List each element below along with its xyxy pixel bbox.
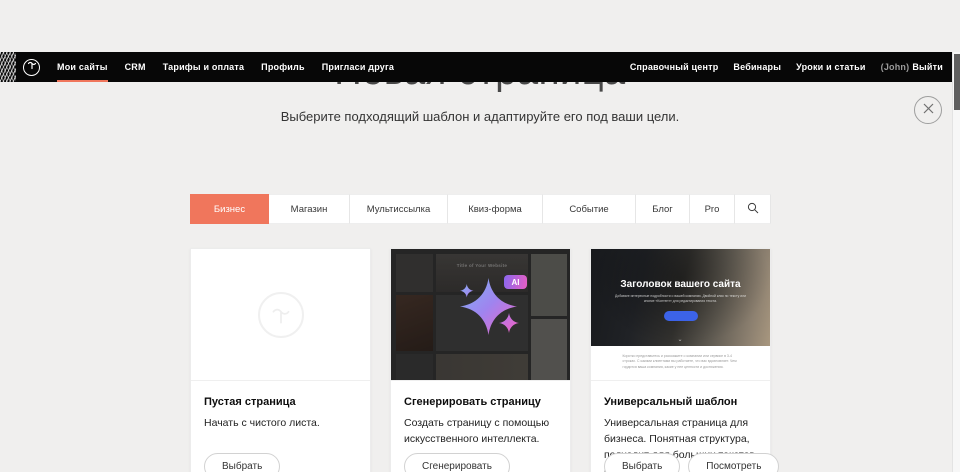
tilda-logo-icon — [26, 58, 38, 76]
card-title: Пустая страница — [204, 396, 357, 408]
main-nav: Мои сайты CRM Тарифы и оплата Профиль Пр… — [57, 52, 394, 82]
card-actions: Выбрать — [204, 453, 280, 472]
card-title: Сгенерировать страницу — [404, 396, 557, 408]
nav-profile[interactable]: Профиль — [261, 52, 305, 82]
template-cards-row: Пустая страница Начать с чистого листа. … — [190, 248, 771, 472]
scrollbar-thumb[interactable] — [954, 54, 960, 110]
card-actions: Выбрать Посмотреть — [604, 453, 779, 472]
card-description: Начать с чистого листа. — [204, 416, 357, 432]
tab-multilink[interactable]: Мультиссылка — [350, 194, 448, 224]
tab-search[interactable] — [735, 194, 771, 224]
nav-crm[interactable]: CRM — [125, 52, 146, 82]
user-name: (John) — [881, 62, 910, 72]
tab-pro[interactable]: Pro — [690, 194, 735, 224]
close-button[interactable] — [914, 96, 942, 124]
user-account: (John) Выйти — [881, 52, 943, 82]
ai-badge: AI — [504, 275, 527, 289]
page-subtitle: Выберите подходящий шаблон и адаптируйте… — [0, 109, 960, 124]
template-category-tabs: Бизнес Магазин Мультиссылка Квиз-форма С… — [190, 194, 771, 224]
logout-link[interactable]: Выйти — [912, 62, 943, 72]
select-blank-button[interactable]: Выбрать — [204, 453, 280, 472]
card-body: Пустая страница Начать с чистого листа. — [191, 381, 370, 432]
tab-business[interactable]: Бизнес — [190, 194, 269, 224]
card-blank-page: Пустая страница Начать с чистого листа. … — [190, 248, 371, 472]
card-ai-generate: Title of Your Website — [390, 248, 571, 472]
nav-invite-friend[interactable]: Пригласи друга — [322, 52, 394, 82]
template-hero: Заголовок вашего сайта Добавьте интересн… — [591, 249, 770, 346]
secondary-nav: Справочный центр Вебинары Уроки и статьи… — [630, 52, 943, 82]
scrollbar[interactable] — [952, 52, 960, 472]
chevron-down-icon: ⌄ — [678, 337, 684, 343]
tab-quiz-form[interactable]: Квиз-форма — [448, 194, 543, 224]
template-body-section: Коротко представьтесь и расскажите о ком… — [591, 354, 770, 381]
ai-stars-icon — [391, 249, 570, 380]
tab-blog[interactable]: Блог — [636, 194, 690, 224]
blank-page-preview[interactable] — [191, 249, 370, 381]
header-texture — [0, 52, 16, 82]
nav-my-sites[interactable]: Мои сайты — [57, 52, 108, 82]
tab-event[interactable]: Событие — [543, 194, 636, 224]
card-actions: Сгенерировать — [404, 453, 510, 472]
nav-tariffs[interactable]: Тарифы и оплата — [163, 52, 244, 82]
nav-help-center[interactable]: Справочный центр — [630, 52, 719, 82]
card-description: Создать страницу с помощью искусственног… — [404, 416, 557, 448]
tab-store[interactable]: Магазин — [269, 194, 350, 224]
generate-button[interactable]: Сгенерировать — [404, 453, 510, 472]
tilda-watermark-icon — [258, 292, 304, 338]
nav-lessons[interactable]: Уроки и статьи — [796, 52, 866, 82]
template-body-text: Коротко представьтесь и расскажите о ком… — [623, 354, 739, 370]
select-template-button[interactable]: Выбрать — [604, 453, 680, 472]
tilda-logo[interactable] — [23, 59, 40, 76]
close-icon — [922, 102, 935, 118]
template-hero-subtitle: Добавьте интересные подробности о вашей … — [611, 294, 751, 305]
ai-generate-preview[interactable]: Title of Your Website — [391, 249, 570, 381]
template-hero-cta-button — [664, 311, 698, 321]
nav-webinars[interactable]: Вебинары — [733, 52, 781, 82]
preview-template-button[interactable]: Посмотреть — [688, 453, 779, 472]
template-hero-title: Заголовок вашего сайта — [591, 249, 770, 290]
card-title: Универсальный шаблон — [604, 396, 757, 408]
card-universal-template: Заголовок вашего сайта Добавьте интересн… — [590, 248, 771, 472]
top-header: Мои сайты CRM Тарифы и оплата Профиль Пр… — [0, 52, 952, 82]
card-body: Сгенерировать страницу Создать страницу … — [391, 381, 570, 448]
universal-template-preview[interactable]: Заголовок вашего сайта Добавьте интересн… — [591, 249, 770, 381]
search-icon — [747, 202, 759, 217]
